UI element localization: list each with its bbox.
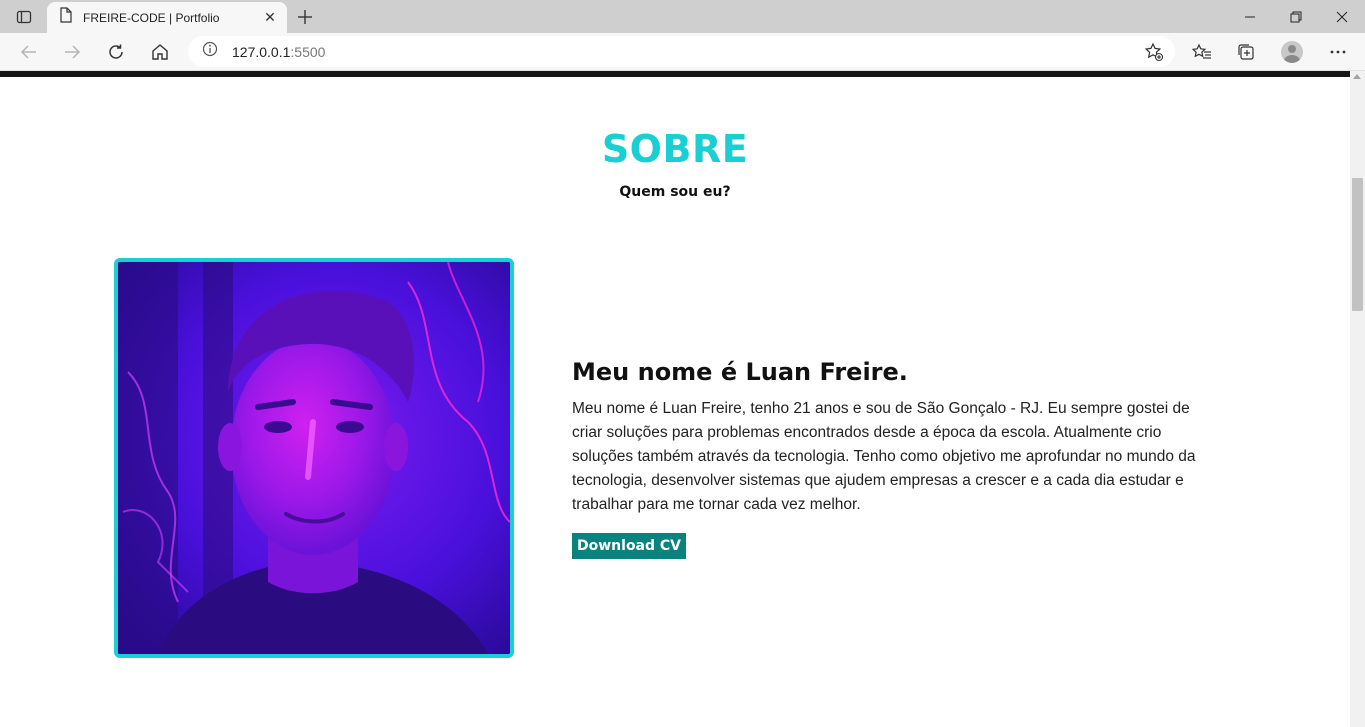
close-window-icon[interactable] — [1319, 0, 1365, 33]
url-text[interactable]: 127.0.0.1:5500 — [232, 44, 325, 60]
collections-icon[interactable] — [1231, 37, 1261, 67]
about-description: Meu nome é Luan Freire, tenho 21 anos e … — [572, 400, 1196, 513]
favorites-icon[interactable] — [1187, 37, 1217, 67]
forward-icon[interactable] — [57, 37, 87, 67]
browser-tab[interactable]: FREIRE-CODE | Portfolio ✕ — [47, 2, 287, 33]
avatar-icon — [1281, 41, 1303, 63]
tab-title: FREIRE-CODE | Portfolio — [83, 10, 220, 25]
section-subtitle: Quem sou eu? — [619, 184, 731, 200]
home-icon[interactable] — [145, 37, 175, 67]
close-tab-icon[interactable]: ✕ — [259, 7, 281, 29]
restore-icon[interactable] — [1273, 0, 1319, 33]
more-options-icon[interactable] — [1323, 37, 1353, 67]
download-cv-button[interactable]: Download CV — [572, 533, 687, 559]
header-bottom-edge — [0, 71, 1350, 77]
address-bar[interactable]: 127.0.0.1:5500 — [188, 36, 1175, 67]
page-icon — [59, 7, 73, 28]
browser-toolbar: 127.0.0.1:5500 — [0, 33, 1365, 71]
reload-icon[interactable] — [101, 37, 131, 67]
scroll-up-icon[interactable] — [1353, 74, 1361, 79]
section-title: SOBRE — [601, 127, 749, 171]
url-host: 127.0.0.1 — [232, 43, 291, 60]
info-icon[interactable] — [202, 41, 218, 62]
page-scrollbar[interactable] — [1350, 71, 1365, 727]
scrollbar-thumb[interactable] — [1352, 178, 1363, 311]
page-viewport: SOBRE Quem sou eu? Meu nome é Luan Freir… — [0, 71, 1350, 727]
profile-avatar[interactable] — [1277, 37, 1307, 67]
url-port: :5500 — [290, 43, 326, 60]
about-heading: Meu nome é Luan Freire. — [572, 358, 908, 386]
tab-actions-icon[interactable] — [8, 6, 40, 28]
add-favorite-icon[interactable] — [1143, 41, 1165, 63]
new-tab-button[interactable] — [293, 5, 317, 29]
profile-photo — [114, 258, 514, 658]
back-icon[interactable] — [14, 37, 44, 67]
browser-tab-bar: FREIRE-CODE | Portfolio ✕ — [0, 0, 1365, 33]
minimize-icon[interactable] — [1227, 0, 1273, 33]
